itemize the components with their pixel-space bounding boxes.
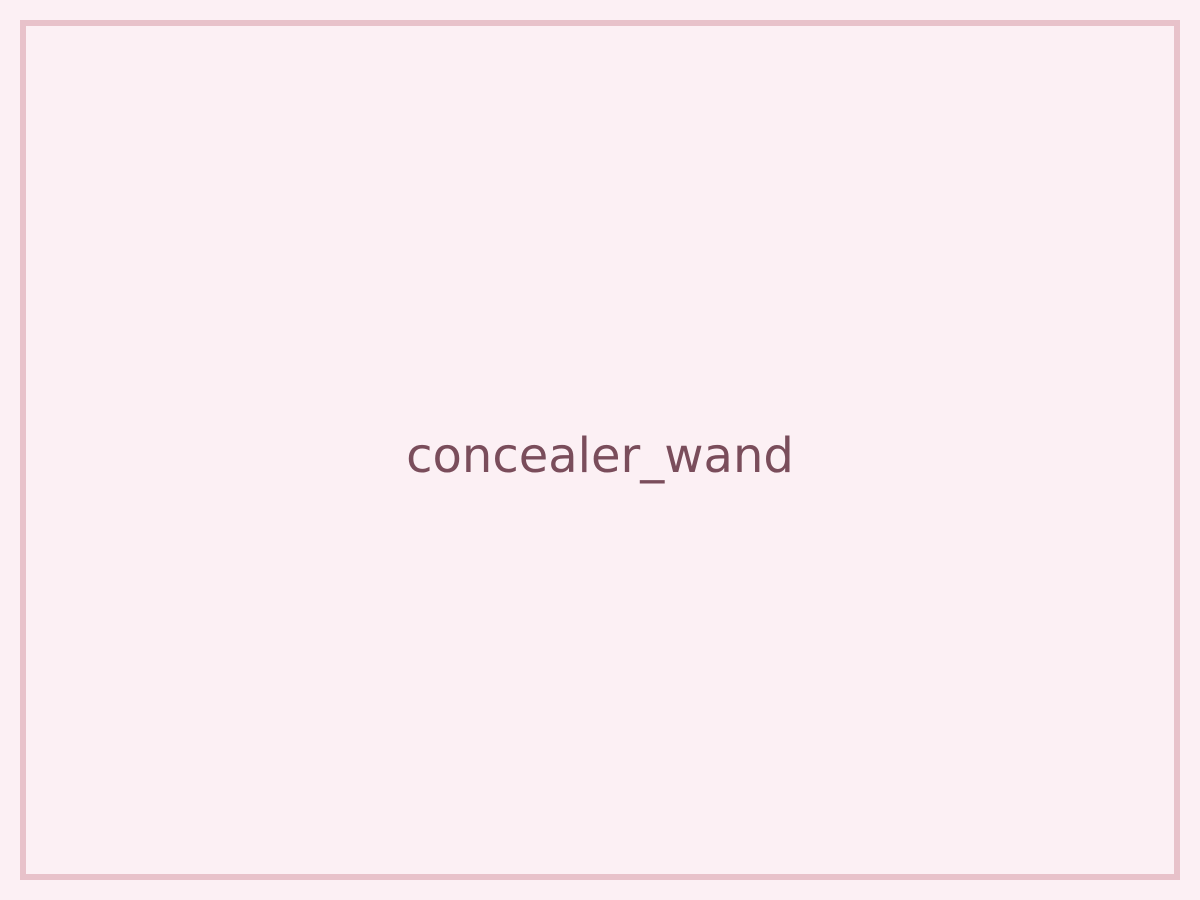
placeholder-label: concealer_wand bbox=[406, 428, 794, 484]
image-placeholder-frame: concealer_wand bbox=[20, 20, 1180, 880]
